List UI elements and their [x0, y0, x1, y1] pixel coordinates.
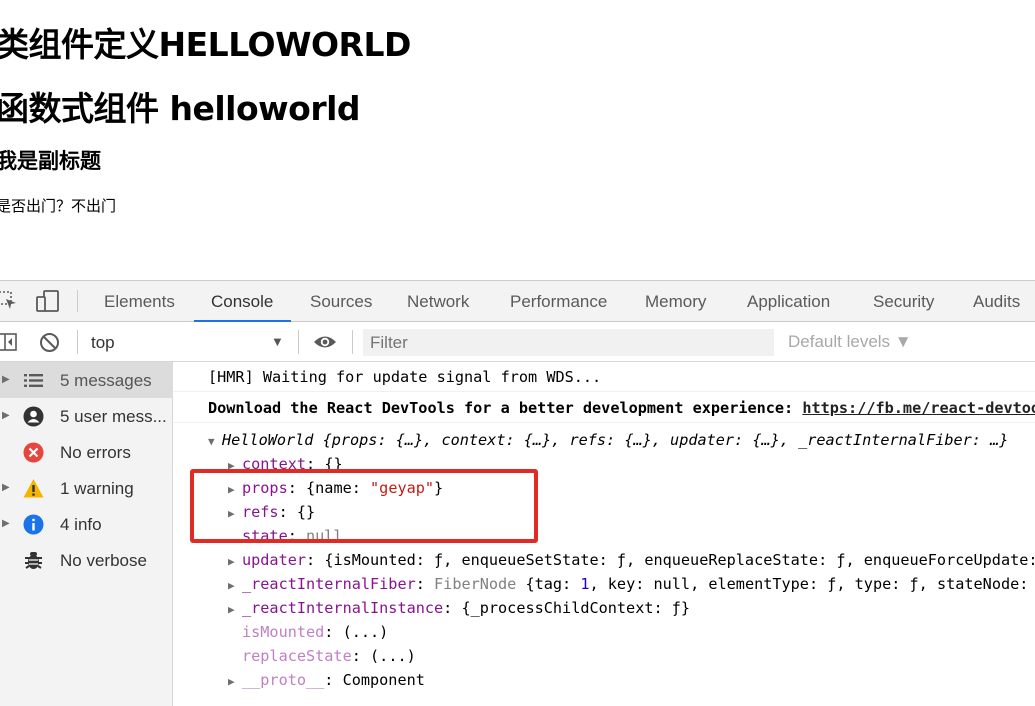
- sidebar-item-label: 5 messages: [60, 371, 152, 390]
- info-icon: [23, 514, 44, 535]
- clear-console-icon[interactable]: [39, 332, 60, 358]
- tab-sources[interactable]: Sources: [310, 292, 372, 312]
- device-toolbar-icon[interactable]: [36, 290, 60, 317]
- expand-triangle-icon: ▶: [228, 555, 235, 568]
- tab-memory[interactable]: Memory: [645, 292, 706, 312]
- console-text: [HMR] Waiting for update signal from WDS…: [208, 368, 602, 386]
- page-content: 类组件定义HELLOWORLD 函数式组件 helloworld 我是副标题 是…: [0, 0, 1035, 280]
- subtitle-heading: 我是副标题: [0, 149, 101, 173]
- sidebar-item-warnings[interactable]: ▶ 1 warning: [0, 470, 173, 506]
- show-sidebar-icon[interactable]: [0, 332, 18, 357]
- expand-triangle-icon: ▶: [228, 675, 235, 688]
- expand-triangle-icon: ▶: [2, 482, 10, 493]
- error-icon: [23, 442, 44, 463]
- property-value: (...): [370, 647, 416, 665]
- warning-icon: [23, 478, 44, 499]
- sidebar-item-verbose[interactable]: No verbose: [0, 542, 173, 578]
- property-key: replaceState: [242, 647, 352, 665]
- property-value: , key: null, elementType: ƒ, type: ƒ, st…: [589, 575, 1035, 593]
- property-replace-state[interactable]: replaceState: (...): [242, 647, 416, 665]
- sidebar-item-info[interactable]: ▶ 4 info: [0, 506, 173, 542]
- sidebar-item-label: No verbose: [60, 551, 147, 570]
- toolbar-separator: [77, 330, 78, 354]
- number-value: 1: [580, 575, 590, 593]
- context-value: top: [91, 333, 115, 352]
- object-name: HelloWorld: [222, 431, 314, 449]
- toolbar-separator: [352, 330, 353, 354]
- object-summary: {props: {…}, context: {…}, refs: {…}, up…: [322, 431, 1009, 449]
- inspect-element-icon[interactable]: [0, 291, 18, 316]
- property-react-internal-fiber[interactable]: ▶ _reactInternalFiber: FiberNode {tag: 1,…: [228, 575, 1035, 593]
- bug-icon: [23, 550, 44, 571]
- sidebar-item-label: No errors: [60, 443, 131, 462]
- tab-network[interactable]: Network: [407, 292, 469, 312]
- list-icon: [23, 370, 44, 391]
- console-message-devtools: Download the React DevTools for a better…: [173, 392, 1035, 423]
- tabbar-separator: [77, 290, 78, 312]
- user-icon: [23, 406, 44, 427]
- tab-audits[interactable]: Audits: [973, 292, 1020, 312]
- object-header[interactable]: ▼ HelloWorld {props: {…}, context: {…}, r…: [208, 431, 1008, 449]
- red-highlight-box: [190, 469, 538, 543]
- context-selector[interactable]: top ▼: [85, 330, 290, 355]
- tab-console[interactable]: Console: [211, 292, 273, 312]
- expand-triangle-icon: ▶: [2, 374, 10, 385]
- property-key: _reactInternalInstance: [242, 599, 444, 617]
- download-text: Download the React DevTools for a better…: [208, 399, 803, 417]
- expand-triangle-icon: ▶: [228, 603, 235, 616]
- default-levels-dropdown[interactable]: Default levels ▼: [788, 332, 912, 352]
- sidebar-item-label: 5 user mess...: [60, 407, 167, 426]
- property-key: isMounted: [242, 623, 325, 641]
- sidebar-item-errors[interactable]: No errors: [0, 434, 173, 470]
- expand-triangle-icon: ▶: [2, 410, 10, 421]
- property-key: updater: [242, 551, 307, 569]
- property-react-internal-instance[interactable]: ▶ _reactInternalInstance: {_processChildC…: [228, 599, 690, 617]
- sidebar-item-messages[interactable]: ▶ 5 messages: [0, 362, 173, 398]
- dropdown-arrow-icon: ▼: [271, 334, 284, 349]
- sidebar-item-user-messages[interactable]: ▶ 5 user mess...: [0, 398, 173, 434]
- property-value: {_processChildContext: ƒ}: [461, 599, 691, 617]
- property-value: {tag:: [525, 575, 581, 593]
- toolbar-separator: [298, 330, 299, 354]
- eye-icon[interactable]: [313, 334, 337, 355]
- console-toolbar: top ▼ Default levels ▼: [0, 322, 1035, 362]
- tab-elements[interactable]: Elements: [104, 292, 175, 312]
- devtools-tabbar: Elements Console Sources Network Perform…: [0, 281, 1035, 322]
- filter-input[interactable]: [363, 329, 774, 356]
- console-message-object: ▼ HelloWorld {props: {…}, context: {…}, r…: [173, 423, 1035, 706]
- go-out-text: 是否出门？不出门: [0, 197, 117, 215]
- property-is-mounted[interactable]: isMounted: (...): [242, 623, 388, 641]
- expand-triangle-icon: ▶: [2, 518, 10, 529]
- function-component-heading: 函数式组件 helloworld: [0, 89, 361, 128]
- class-component-heading: 类组件定义HELLOWORLD: [0, 25, 411, 64]
- property-proto[interactable]: ▶ __proto__: Component: [228, 671, 425, 689]
- sidebar-item-label: 4 info: [60, 515, 102, 534]
- type-name: FiberNode: [434, 575, 526, 593]
- collapse-triangle-icon: ▼: [208, 435, 215, 448]
- tab-performance[interactable]: Performance: [510, 292, 607, 312]
- property-key: __proto__: [242, 671, 325, 689]
- property-value: Component: [342, 671, 425, 689]
- tab-security[interactable]: Security: [873, 292, 934, 312]
- devtools-link[interactable]: https://fb.me/react-devtools: [802, 399, 1035, 417]
- console-sidebar: ▶ 5 messages ▶ 5 user mess... No errors …: [0, 362, 173, 706]
- property-key: _reactInternalFiber: [242, 575, 416, 593]
- console-message-hmr: [HMR] Waiting for update signal from WDS…: [173, 362, 1035, 392]
- tab-application[interactable]: Application: [747, 292, 830, 312]
- sidebar-item-label: 1 warning: [60, 479, 134, 498]
- property-value: {isMounted: ƒ, enqueueSetState: ƒ, enque…: [324, 551, 1035, 569]
- expand-triangle-icon: ▶: [228, 579, 235, 592]
- property-value: (...): [342, 623, 389, 641]
- console-text: Download the React DevTools for a better…: [208, 399, 1035, 417]
- property-updater[interactable]: ▶ updater: {isMounted: ƒ, enqueueSetState…: [228, 551, 1035, 569]
